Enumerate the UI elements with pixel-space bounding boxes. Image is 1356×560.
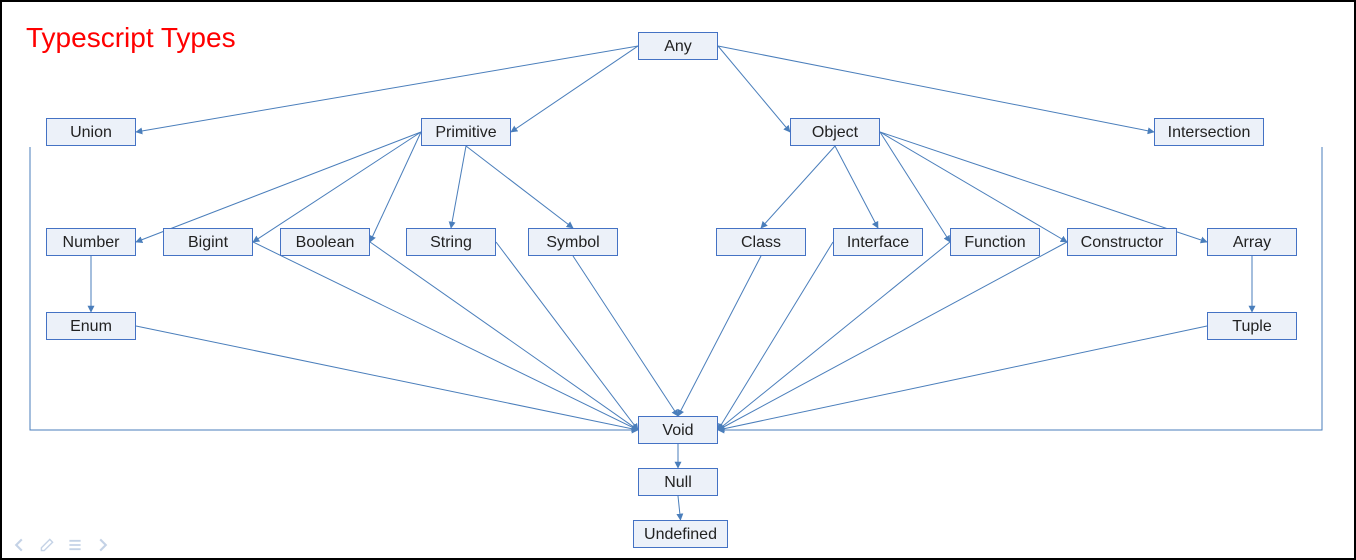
bottom-toolbar [12,538,110,552]
edge-string-void [496,242,638,430]
node-interface: Interface [833,228,923,256]
diagram-title: Typescript Types [26,22,236,54]
edge-any-object [718,46,790,132]
edge-enum-void [136,326,638,430]
edge-any-union [136,46,638,132]
node-array: Array [1207,228,1297,256]
edge-constructor-void [718,242,1067,430]
edge-object-interface [835,146,878,228]
edge-boolean-void [370,242,638,430]
node-string: String [406,228,496,256]
edge-symbol-void [573,256,678,416]
edge-object-constructor [880,132,1067,242]
node-tuple: Tuple [1207,312,1297,340]
edge-object-class [761,146,835,228]
edge-primitive-string [451,146,466,228]
node-constructor: Constructor [1067,228,1177,256]
edge-intersection-void [718,147,1322,430]
edge-any-intersection [718,46,1154,132]
edge-union-void [30,147,638,430]
edge-primitive-symbol [466,146,573,228]
node-void: Void [638,416,718,444]
node-any: Any [638,32,718,60]
node-undefined: Undefined [633,520,728,548]
edge-primitive-boolean [370,132,421,242]
node-boolean: Boolean [280,228,370,256]
node-null: Null [638,468,718,496]
edge-null-undefined [678,496,681,520]
edge-function-void [718,242,950,430]
edge-tuple-void [718,326,1207,430]
node-intersection: Intersection [1154,118,1264,146]
edge-primitive-bigint [253,132,421,242]
node-union: Union [46,118,136,146]
edge-any-primitive [511,46,638,132]
node-bigint: Bigint [163,228,253,256]
node-function: Function [950,228,1040,256]
edge-primitive-number [136,132,421,242]
node-number: Number [46,228,136,256]
diagram-frame: Typescript Types Any Union Primitive Object… [0,0,1356,560]
edge-object-array [880,132,1207,242]
node-symbol: Symbol [528,228,618,256]
edge-object-function [880,132,950,242]
arrow-right-icon[interactable] [96,538,110,552]
edge-class-void [678,256,761,416]
arrow-left-icon[interactable] [12,538,26,552]
node-object: Object [790,118,880,146]
node-primitive: Primitive [421,118,511,146]
edge-bigint-void [253,242,638,430]
edge-interface-void [718,242,833,430]
node-class: Class [716,228,806,256]
edit-icon[interactable] [40,538,54,552]
list-icon[interactable] [68,538,82,552]
node-enum: Enum [46,312,136,340]
